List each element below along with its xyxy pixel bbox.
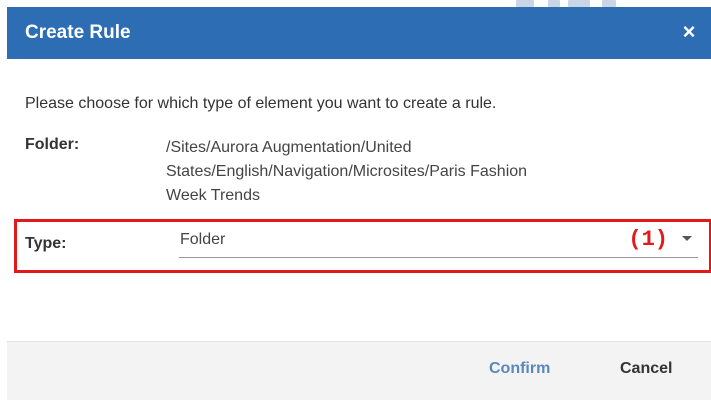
intro-text: Please choose for which type of element … (25, 95, 497, 112)
confirm-button[interactable]: Confirm (489, 360, 550, 378)
folder-path-line: States/English/Navigation/Microsites/Par… (166, 163, 528, 180)
background-blur (548, 0, 560, 7)
dialog-title: Create Rule (25, 22, 131, 43)
create-rule-dialog: Create Rule × Please choose for which ty… (7, 7, 711, 400)
type-select[interactable]: Folder (1) (179, 222, 698, 258)
type-label: Type: (25, 235, 67, 252)
dialog-header: Create Rule × (7, 7, 711, 59)
background-blur (516, 0, 534, 7)
dialog-body: Please choose for which type of element … (7, 59, 711, 341)
folder-path-line: /Sites/Aurora Augmentation/United (166, 139, 412, 156)
annotation-marker: (1) (628, 227, 668, 252)
cancel-button[interactable]: Cancel (620, 360, 672, 378)
folder-path: /Sites/Aurora Augmentation/United States… (166, 136, 666, 208)
dialog-footer: Confirm Cancel (7, 341, 711, 400)
close-icon[interactable]: × (677, 19, 701, 45)
folder-path-line: Week Trends (166, 187, 260, 204)
caret-down-icon[interactable] (682, 236, 692, 241)
type-select-value: Folder (180, 231, 226, 248)
folder-label: Folder: (25, 136, 80, 153)
background-blur (568, 0, 590, 7)
background-blur (602, 0, 616, 7)
